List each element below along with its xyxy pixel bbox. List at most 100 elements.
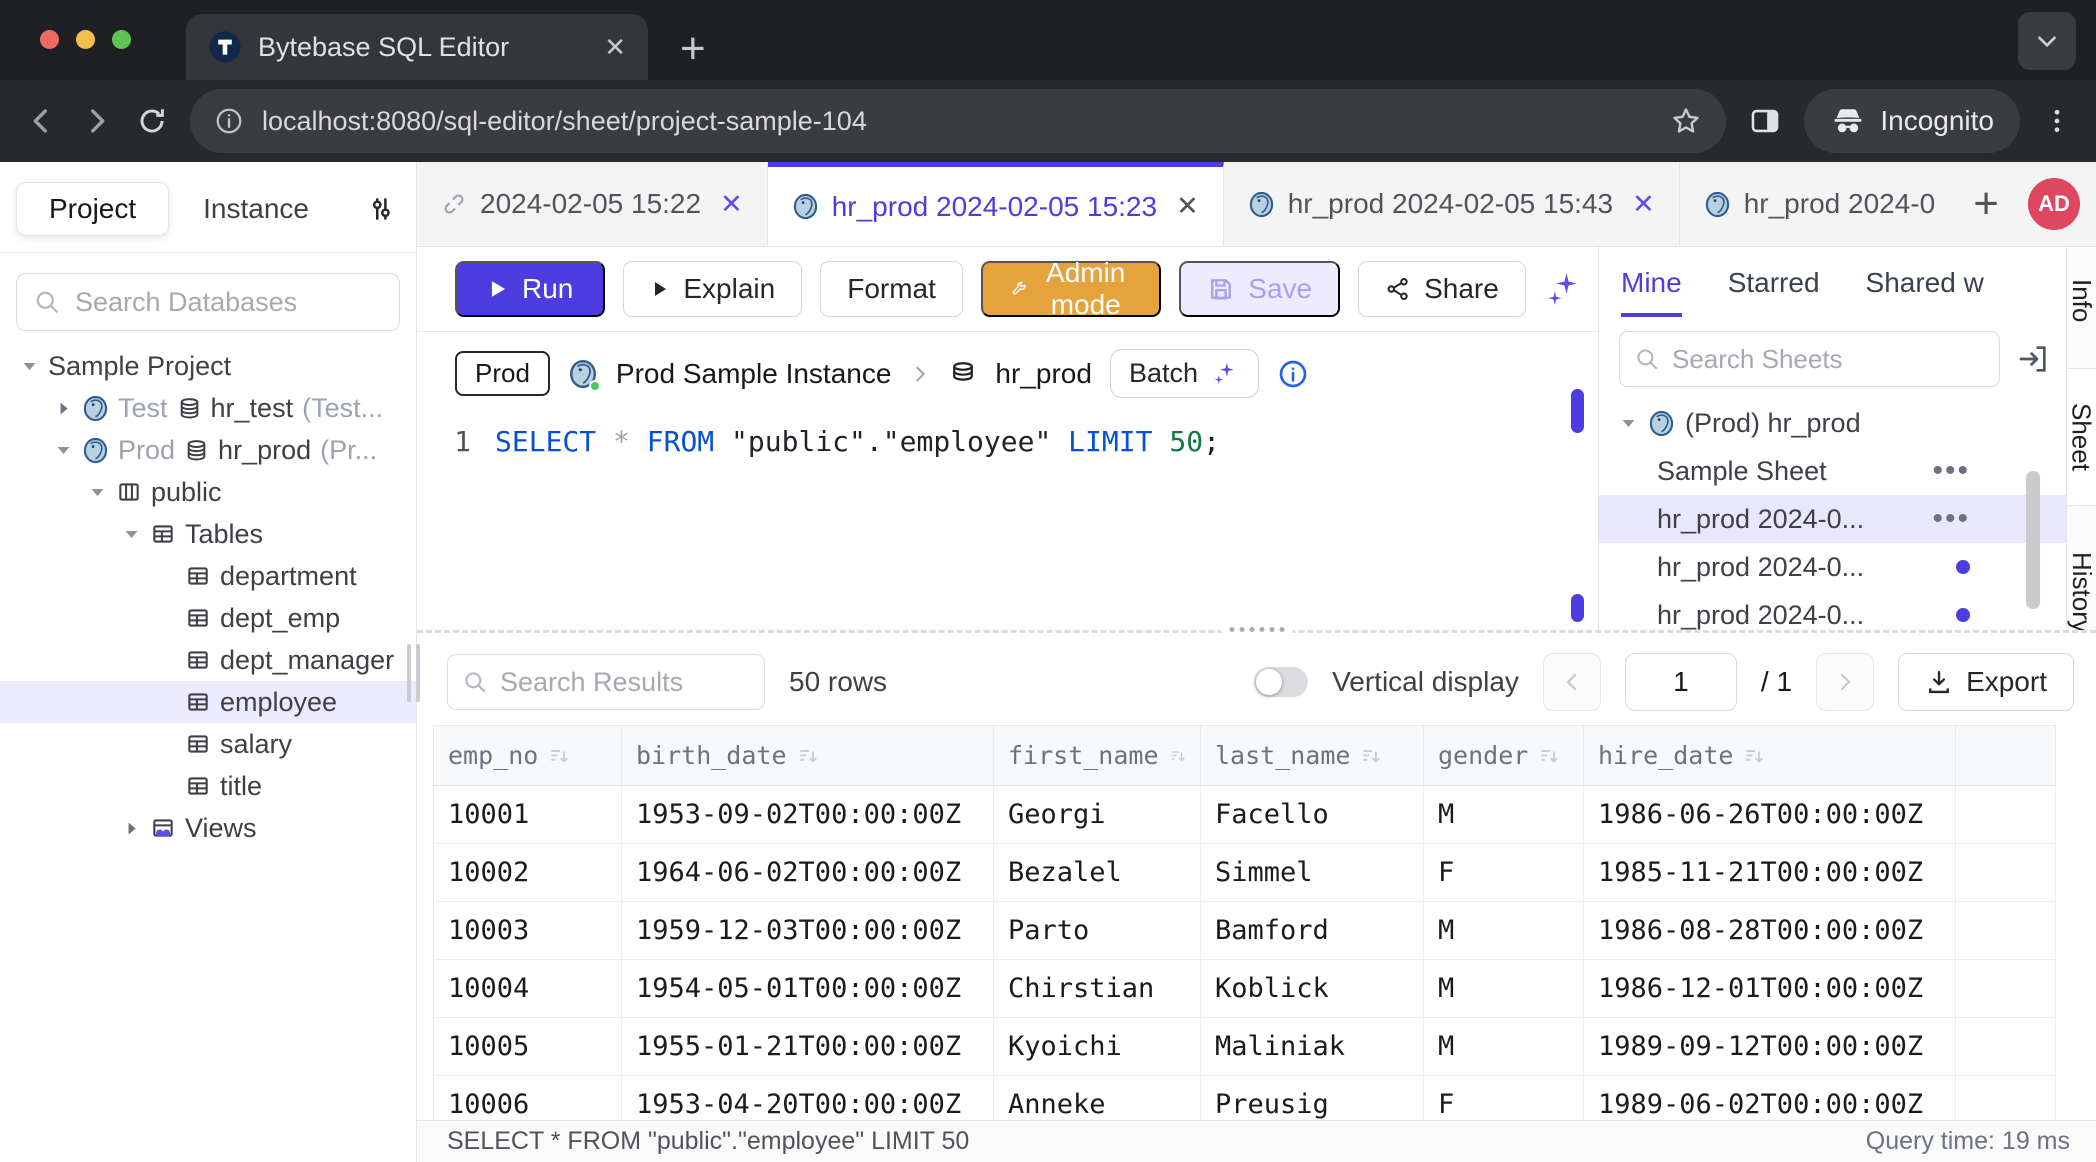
table-cell[interactable]: Koblick xyxy=(1201,960,1424,1018)
maximize-window-button[interactable] xyxy=(112,30,131,49)
search-results-input[interactable]: Search Results xyxy=(447,654,765,710)
table-cell[interactable]: 1953-04-20T00:00:00Z xyxy=(622,1076,994,1121)
tree-item-test-db-hr-test-test[interactable]: Testhr_test(Test... xyxy=(0,387,416,429)
table-cell[interactable]: 10001 xyxy=(434,786,622,844)
table-cell[interactable]: 1964-06-02T00:00:00Z xyxy=(622,844,994,902)
table-cell[interactable]: Parto xyxy=(994,902,1201,960)
tree-item-salary[interactable]: salary xyxy=(0,723,416,765)
table-cell[interactable]: 10006 xyxy=(434,1076,622,1121)
reload-icon[interactable] xyxy=(136,105,168,137)
side-panel-icon[interactable] xyxy=(1748,104,1782,138)
sort-icon[interactable] xyxy=(1743,745,1765,767)
table-cell[interactable]: Bezalel xyxy=(994,844,1201,902)
sort-icon[interactable] xyxy=(797,745,819,767)
forward-icon[interactable] xyxy=(80,104,114,138)
close-tab-icon[interactable]: ✕ xyxy=(1176,191,1199,222)
column-header-hire-date[interactable]: hire_date xyxy=(1584,726,1956,786)
instance-name[interactable]: Prod Sample Instance xyxy=(616,358,892,390)
close-tab-icon[interactable]: ✕ xyxy=(720,189,743,220)
previous-page-button[interactable] xyxy=(1543,653,1601,711)
sheet-tab-mine[interactable]: Mine xyxy=(1621,267,1682,317)
tree-item-views[interactable]: Views xyxy=(0,807,416,849)
table-cell[interactable]: M xyxy=(1424,1018,1584,1076)
sheet-item-sample-sheet[interactable]: Sample Sheet••• xyxy=(1599,447,2066,495)
editor-vertical-scrollbar-thumb[interactable] xyxy=(1571,389,1584,433)
table-row[interactable]: 100011953-09-02T00:00:00ZGeorgiFacelloM1… xyxy=(434,786,2056,844)
sheet-item-hr-prod-2024-0[interactable]: hr_prod 2024-0... xyxy=(1599,591,2066,630)
vertical-display-toggle[interactable] xyxy=(1254,667,1308,697)
window-controls[interactable] xyxy=(40,30,131,49)
address-bar[interactable]: localhost:8080/sql-editor/sheet/project-… xyxy=(190,89,1726,153)
tree-item-public[interactable]: public xyxy=(0,471,416,513)
table-cell[interactable]: F xyxy=(1424,1076,1584,1121)
table-cell[interactable]: 10002 xyxy=(434,844,622,902)
dock-tab-sheet[interactable]: Sheet xyxy=(2067,368,2096,506)
search-databases-input[interactable]: Search Databases xyxy=(16,273,400,331)
table-cell[interactable]: 10004 xyxy=(434,960,622,1018)
table-cell[interactable]: Facello xyxy=(1201,786,1424,844)
search-sheets-input[interactable]: Search Sheets xyxy=(1619,331,2000,387)
back-icon[interactable] xyxy=(24,104,58,138)
column-header-birth-date[interactable]: birth_date xyxy=(622,726,994,786)
sheet-more-icon[interactable]: ••• xyxy=(1932,454,1970,488)
caret-right-icon[interactable] xyxy=(54,399,73,418)
table-cell[interactable]: 1986-06-26T00:00:00Z xyxy=(1584,786,1956,844)
save-button[interactable]: Save xyxy=(1179,261,1340,317)
tab-project[interactable]: Project xyxy=(16,182,169,236)
sheet-tab-shared-w[interactable]: Shared w xyxy=(1866,267,1984,317)
browser-tab[interactable]: Bytebase SQL Editor ✕ xyxy=(186,14,648,80)
next-page-button[interactable] xyxy=(1816,653,1874,711)
table-cell[interactable]: Simmel xyxy=(1201,844,1424,902)
column-header-emp-no[interactable]: emp_no xyxy=(434,726,622,786)
table-cell[interactable]: 1955-01-21T00:00:00Z xyxy=(622,1018,994,1076)
sheet-item-hr-prod-2024-0[interactable]: hr_prod 2024-0... xyxy=(1599,543,2066,591)
table-cell[interactable]: 1986-12-01T00:00:00Z xyxy=(1584,960,1956,1018)
batch-button[interactable]: Batch xyxy=(1110,349,1259,398)
tree-item-tables[interactable]: Tables xyxy=(0,513,416,555)
table-cell[interactable]: Chirstian xyxy=(994,960,1201,1018)
table-row[interactable]: 100051955-01-21T00:00:00ZKyoichiMaliniak… xyxy=(434,1018,2056,1076)
sheet-tab-starred[interactable]: Starred xyxy=(1728,267,1820,317)
tree-item-employee[interactable]: employee xyxy=(0,681,416,723)
admin-mode-button[interactable]: Admin mode xyxy=(981,261,1161,317)
results-resize-handle[interactable] xyxy=(1221,624,1292,635)
sql-editor[interactable]: 1 SELECT * FROM "public"."employee" LIMI… xyxy=(417,415,1598,630)
column-header-first-name[interactable]: first_name xyxy=(994,726,1201,786)
editor-tab-hr-prod-2024-0[interactable]: hr_prod 2024-0 xyxy=(1680,162,1959,246)
tree-item-dept-manager[interactable]: dept_manager xyxy=(0,639,416,681)
table-cell[interactable]: Anneke xyxy=(994,1076,1201,1121)
sort-icon[interactable] xyxy=(548,745,570,767)
table-cell[interactable]: M xyxy=(1424,902,1584,960)
tab-instance[interactable]: Instance xyxy=(179,183,333,235)
editor-tab-hr-prod-2024-02-05-15-43[interactable]: hr_prod 2024-02-05 15:43✕ xyxy=(1224,162,1680,246)
run-button[interactable]: Run xyxy=(455,261,605,317)
sheet-more-icon[interactable]: ••• xyxy=(1932,502,1970,536)
table-cell[interactable]: Maliniak xyxy=(1201,1018,1424,1076)
tree-item-prod-db-hr-prod-pr[interactable]: Prodhr_prod(Pr... xyxy=(0,429,416,471)
tree-item-dept-emp[interactable]: dept_emp xyxy=(0,597,416,639)
caret-down-icon[interactable] xyxy=(88,483,107,502)
bookmark-star-icon[interactable] xyxy=(1670,105,1702,137)
close-tab-icon[interactable]: ✕ xyxy=(1632,189,1655,220)
table-cell[interactable]: M xyxy=(1424,960,1584,1018)
caret-down-icon[interactable] xyxy=(1619,414,1638,433)
sheet-group-prod-hr-prod[interactable]: (Prod) hr_prod xyxy=(1599,399,2066,447)
ai-sparkles-icon[interactable] xyxy=(1544,269,1584,309)
table-row[interactable]: 100031959-12-03T00:00:00ZPartoBamfordM19… xyxy=(434,902,2056,960)
tree-item-sample-project[interactable]: Sample Project xyxy=(0,345,416,387)
share-button[interactable]: Share xyxy=(1358,261,1526,317)
table-cell[interactable]: 1985-11-21T00:00:00Z xyxy=(1584,844,1956,902)
sort-icon[interactable] xyxy=(1169,745,1186,767)
table-cell[interactable]: 1953-09-02T00:00:00Z xyxy=(622,786,994,844)
user-avatar[interactable]: AD xyxy=(2028,178,2080,230)
sidebar-resize-handle[interactable] xyxy=(407,644,420,702)
table-cell[interactable]: Georgi xyxy=(994,786,1201,844)
close-tab-icon[interactable]: ✕ xyxy=(604,32,626,63)
caret-down-icon[interactable] xyxy=(122,525,141,544)
table-cell[interactable]: 1989-06-02T00:00:00Z xyxy=(1584,1076,1956,1121)
editor-horizontal-scrollbar-thumb[interactable] xyxy=(1571,594,1584,622)
table-row[interactable]: 100061953-04-20T00:00:00ZAnnekePreusigF1… xyxy=(434,1076,2056,1121)
table-cell[interactable]: 10005 xyxy=(434,1018,622,1076)
table-row[interactable]: 100021964-06-02T00:00:00ZBezalelSimmelF1… xyxy=(434,844,2056,902)
info-icon[interactable] xyxy=(1277,358,1309,390)
